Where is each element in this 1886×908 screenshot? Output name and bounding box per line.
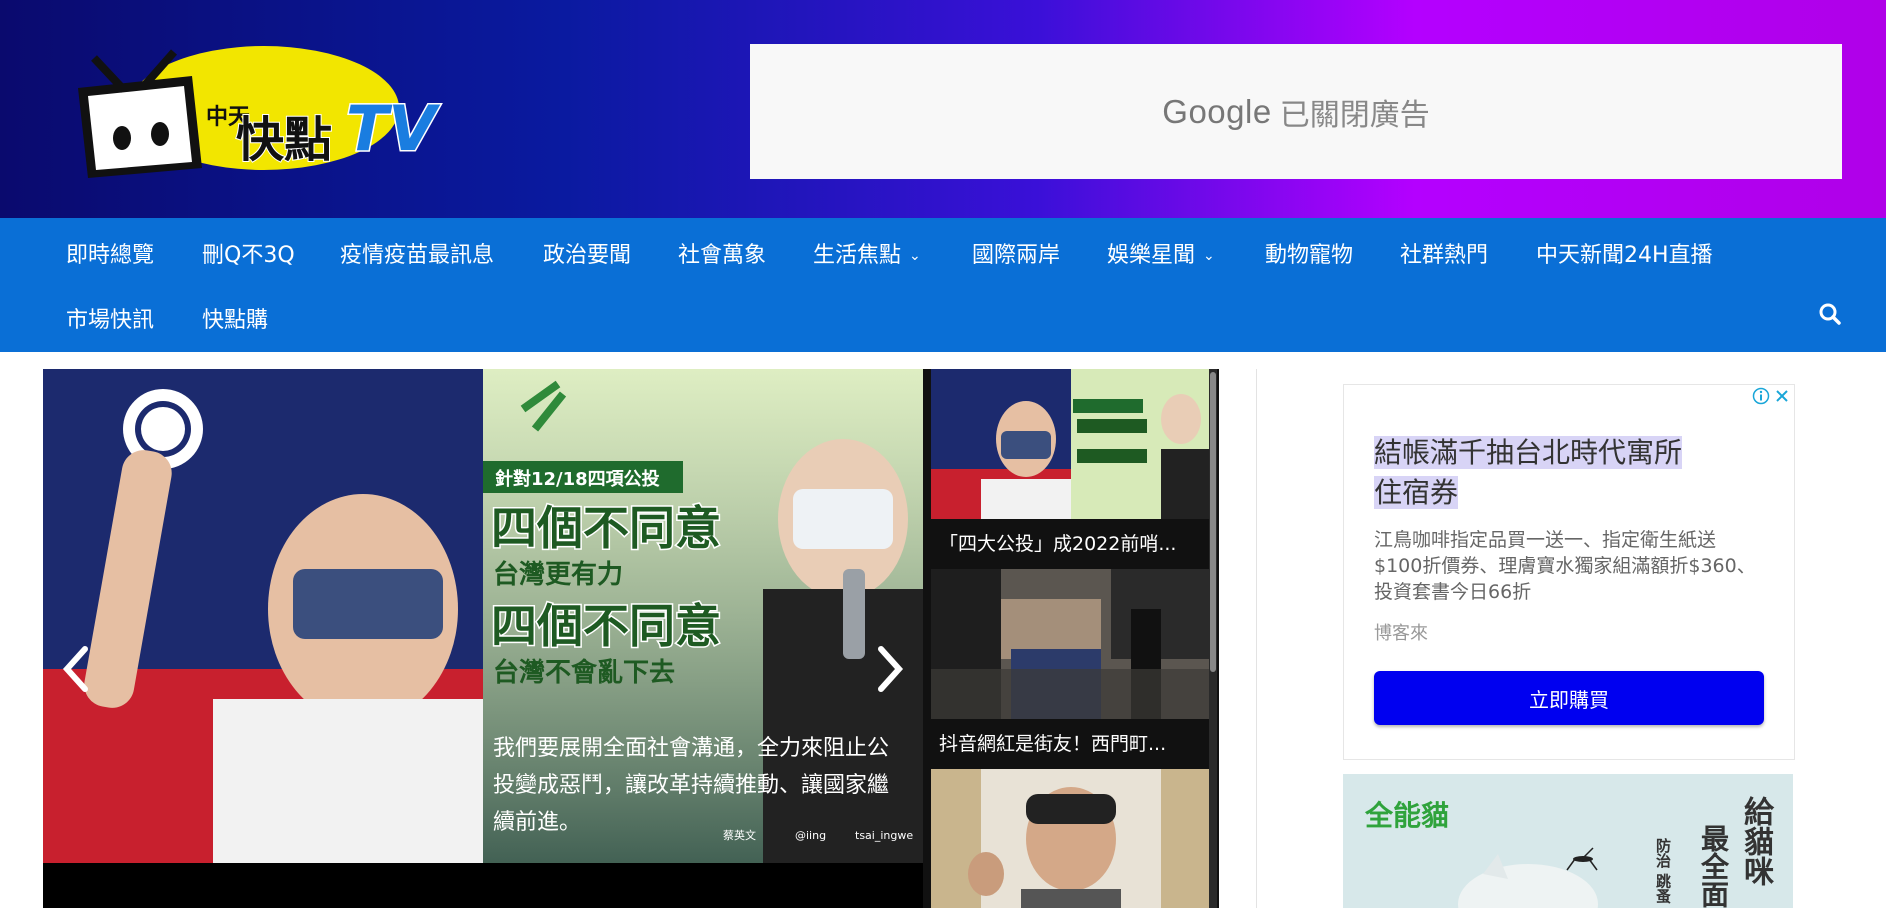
- ad-advertiser: 博客來: [1374, 623, 1428, 644]
- nav-item-market[interactable]: 市場快訊: [66, 302, 154, 334]
- ad2-text-col2: 最全面: [1697, 824, 1730, 908]
- nav-item-entertainment[interactable]: 娛樂星聞 ⌄: [1107, 237, 1215, 269]
- graphic-credit3: tsai_ingwe: [855, 829, 913, 842]
- search-icon[interactable]: [1818, 302, 1842, 326]
- ad2-text-col1: 給貓咪: [1738, 796, 1773, 886]
- nav-item-shop[interactable]: 快點購: [202, 302, 268, 334]
- featured-slide-image[interactable]: 針對12/18四項公投 四個不同意 台灣更有力 四個不同意 台灣不會亂下去 我們…: [43, 369, 923, 863]
- nav-item-society[interactable]: 社會萬象: [678, 237, 766, 269]
- graphic-line4: 台灣不會亂下去: [493, 657, 675, 688]
- ad-closed-text: 已關閉廣告: [1279, 97, 1430, 133]
- buy-now-button[interactable]: 立即購買: [1374, 671, 1764, 725]
- graphic-line2: 台灣更有力: [493, 559, 623, 590]
- thumbnail-list: 「四大公投」成2022前哨... 抖音網紅是街友！西門町...: [923, 369, 1219, 908]
- thumbnail-item[interactable]: 「四大公投」成2022前哨...: [931, 369, 1211, 569]
- thumbnail-caption[interactable]: 抖音網紅是街友！西門町...: [931, 719, 1211, 769]
- featured-slider[interactable]: 針對12/18四項公投 四個不同意 台灣更有力 四個不同意 台灣不會亂下去 我們…: [43, 369, 923, 908]
- nav-item-social[interactable]: 社群熱門: [1400, 237, 1488, 269]
- info-icon[interactable]: [1752, 387, 1770, 405]
- nav-item-live[interactable]: 中天新聞24H直播: [1536, 237, 1713, 269]
- thumbnail-image: [931, 569, 1211, 719]
- ad2-brand: 全能貓: [1365, 799, 1450, 832]
- thumbnail-item[interactable]: 抖音網紅是街友！西門町...: [931, 569, 1211, 769]
- thumbnail-image: [931, 369, 1211, 519]
- cat-graphic: [1458, 854, 1598, 908]
- thumbnail-caption[interactable]: 「四大公投」成2022前哨...: [931, 519, 1211, 569]
- graphic-credit1: 蔡英文: [723, 828, 756, 842]
- column-divider: [1256, 369, 1257, 908]
- chevron-down-icon: ⌄: [1203, 248, 1215, 264]
- sidebar-ad-2[interactable]: 全能貓 給貓咪 最全面 防治 跳蚤: [1343, 774, 1793, 908]
- ad-body-text: 江鳥咖啡指定品買一送一、指定衛生紙送$100折價券、理膚寶水獨家組滿額折$360…: [1374, 529, 1756, 603]
- graphic-body1: 我們要展開全面社會溝通，全力來阻止公: [493, 736, 889, 761]
- chevron-left-icon[interactable]: [55, 639, 95, 699]
- site-header: 中天 快點 TV Google 已關閉廣告: [0, 0, 1886, 218]
- close-icon[interactable]: [1774, 388, 1790, 404]
- thumbnail-image: [931, 769, 1211, 908]
- graphic-credit2: @iing: [795, 829, 826, 842]
- thumbnail-item[interactable]: [931, 769, 1211, 908]
- nav-item-covid[interactable]: 疫情疫苗最訊息: [340, 237, 494, 269]
- ad-choices[interactable]: [1748, 385, 1794, 407]
- graphic-line3: 四個不同意: [491, 599, 721, 653]
- sidebar-ad[interactable]: 結帳滿千抽台北時代寓所 住宿券 江鳥咖啡指定品買一送一、指定衛生紙送$100折價券…: [1343, 384, 1795, 760]
- ad2-text-col3: 防治 跳蚤: [1654, 838, 1672, 904]
- nav-item-q[interactable]: 刪Q不3Q: [202, 237, 295, 269]
- nav-item-life[interactable]: 生活焦點 ⌄: [813, 237, 921, 269]
- logo-main-text: 快點: [236, 112, 332, 168]
- chevron-right-icon[interactable]: [871, 639, 911, 699]
- graphic-tag: 針對12/18四項公投: [495, 468, 660, 490]
- logo-tv-text: TV: [346, 92, 441, 165]
- graphic-body3: 續前進。: [493, 810, 581, 835]
- thumbnail-scrollbar-thumb[interactable]: [1210, 372, 1216, 672]
- top-ad-banner[interactable]: Google 已關閉廣告: [750, 44, 1842, 179]
- nav-item-pets[interactable]: 動物寵物: [1265, 237, 1353, 269]
- graphic-body2: 投變成惡鬥，讓改革持續推動、讓國家繼: [493, 773, 889, 798]
- graphic-line1: 四個不同意: [491, 501, 721, 555]
- google-wordmark: Google: [1162, 92, 1272, 130]
- site-logo[interactable]: 中天 快點 TV: [64, 38, 474, 178]
- chevron-down-icon: ⌄: [909, 248, 921, 264]
- main-nav: 即時總覽 刪Q不3Q 疫情疫苗最訊息 政治要聞 社會萬象 生活焦點 ⌄ 國際兩岸 …: [0, 218, 1886, 352]
- nav-item-international[interactable]: 國際兩岸: [972, 237, 1060, 269]
- ad-headline[interactable]: 結帳滿千抽台北時代寓所 住宿券: [1374, 433, 1764, 513]
- nav-item-politics[interactable]: 政治要聞: [543, 237, 631, 269]
- nav-item-realtime[interactable]: 即時總覽: [66, 237, 154, 269]
